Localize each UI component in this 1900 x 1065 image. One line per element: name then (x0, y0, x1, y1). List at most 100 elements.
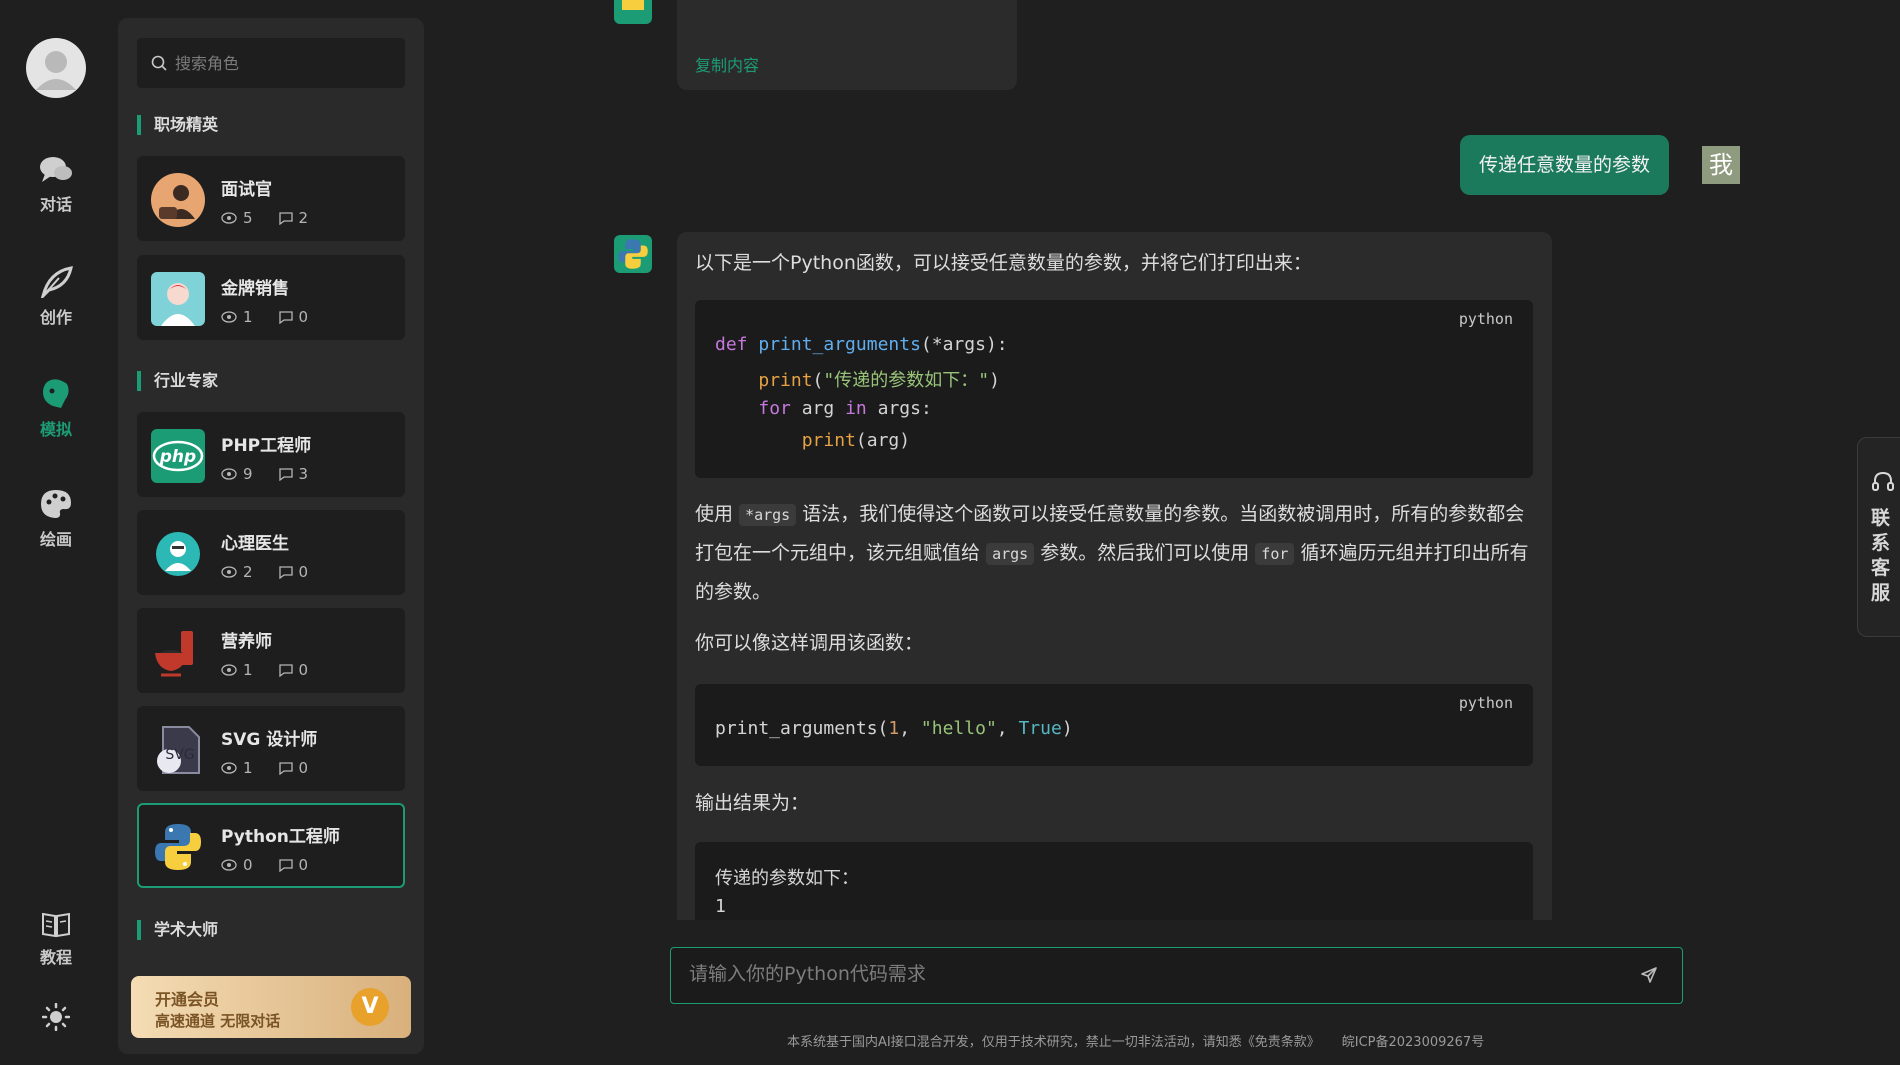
view-count: 1 (243, 759, 253, 777)
answer-intro: 以下是一个Python函数，可以接受任意数量的参数，并将它们打印出来： (695, 252, 1312, 274)
code-line: print("传递的参数如下：") (715, 366, 1000, 392)
message-icon (278, 565, 293, 579)
section-title: 职场精英 (137, 115, 218, 135)
message-input[interactable] (689, 963, 1629, 985)
user-message-avatar: 我 (1702, 146, 1740, 184)
send-icon[interactable] (1640, 966, 1658, 984)
feather-icon (40, 266, 73, 298)
sun-icon (42, 1003, 70, 1031)
text-run: 参数。然后我们可以使用 (1040, 542, 1250, 564)
role-search[interactable] (137, 38, 405, 88)
inline-code: args (986, 543, 1035, 565)
message-icon (278, 663, 293, 677)
footer: 本系统基于国内AI接口混合开发，仅用于技术研究，禁止一切非法活动，请知悉《免责条… (787, 1031, 1484, 1050)
code-line: def print_arguments(*args): (715, 334, 1008, 355)
copy-content-link[interactable]: 复制内容 (695, 52, 759, 76)
role-stats: 1 0 (221, 308, 308, 326)
eye-icon (221, 664, 237, 676)
role-stats: 5 2 (221, 209, 308, 227)
role-stats: 9 3 (221, 465, 308, 483)
headset-icon (1872, 471, 1894, 491)
nav-item-chat[interactable]: 对话 (16, 155, 96, 215)
code-block-call: python print_arguments(1, "hello", True) (695, 684, 1533, 766)
view-count: 1 (243, 661, 253, 679)
eye-icon (221, 468, 237, 480)
python-bot-avatar-icon (614, 0, 652, 24)
message-icon (278, 467, 293, 481)
eye-icon (221, 212, 237, 224)
inline-code: for (1255, 543, 1295, 565)
nav-item-create[interactable]: 创作 (16, 266, 96, 328)
view-count: 1 (243, 308, 253, 326)
role-name: Python工程师 (221, 827, 340, 847)
view-count: 9 (243, 465, 253, 483)
code-token: for (758, 398, 791, 419)
message-count: 0 (298, 856, 309, 874)
message-count: 0 (298, 661, 309, 679)
eye-icon (221, 566, 237, 578)
default-avatar-icon (36, 51, 76, 90)
role-card-interviewer[interactable]: 面试官 5 2 (137, 156, 405, 241)
code-token: def (715, 334, 748, 355)
role-name: 金牌销售 (221, 279, 289, 299)
role-stats: 1 0 (221, 759, 308, 777)
eye-icon (221, 311, 237, 323)
svg-file-icon: SVG (151, 723, 205, 777)
footer-disclaimer[interactable]: 本系统基于国内AI接口混合开发，仅用于技术研究，禁止一切非法活动，请知悉《免责条… (787, 1035, 1320, 1050)
nav-item-tutorial[interactable]: 教程 (16, 910, 96, 968)
chat-bubbles-icon (40, 157, 72, 182)
role-name: 面试官 (221, 180, 272, 200)
code-token: print (801, 430, 856, 451)
role-card-svg-designer[interactable]: SVG SVG 设计师 1 0 (137, 706, 405, 791)
php-logo-icon: php (151, 429, 205, 483)
customer-service-tab[interactable]: 联系客服 (1857, 437, 1900, 637)
message-input-box[interactable] (670, 947, 1683, 1004)
mask-face-icon (43, 379, 69, 408)
vip-badge-icon: V (351, 988, 389, 1026)
nav-item-draw[interactable]: 绘画 (16, 488, 96, 550)
message-count: 3 (298, 465, 309, 483)
code-line: print(arg) (715, 430, 910, 451)
role-card-psychologist[interactable]: 心理医生 2 0 (137, 510, 405, 595)
output-line: 1 (715, 896, 726, 917)
svg-text:SVG: SVG (165, 747, 194, 763)
code-token: True (1018, 718, 1062, 739)
code-token: ) (989, 370, 1000, 391)
book-icon (42, 912, 70, 938)
section-title: 行业专家 (137, 371, 218, 391)
eye-icon (221, 762, 237, 774)
role-search-input[interactable] (175, 53, 395, 73)
customer-service-label: 联系客服 (1871, 507, 1891, 604)
role-stats: 0 0 (221, 856, 308, 874)
code-token: args: (877, 398, 932, 419)
message-count: 2 (298, 209, 309, 227)
python-logo-icon (151, 820, 205, 874)
footer-icp[interactable]: 皖ICP备2023009267号 (1342, 1035, 1484, 1050)
sales-avatar-icon (151, 272, 205, 326)
role-panel: 职场精英 面试官 5 2 (118, 18, 424, 1054)
call-intro: 你可以像这样调用该函数： (695, 632, 924, 654)
theme-toggle[interactable] (16, 1003, 96, 1037)
message-icon (278, 310, 293, 324)
user-avatar[interactable] (26, 38, 86, 98)
code-token: ) (1061, 718, 1073, 739)
role-card-nutritionist[interactable]: 营养师 1 0 (137, 608, 405, 693)
palette-icon (41, 490, 71, 518)
nav-rail: 对话 创作 模拟 绘画 教程 (0, 0, 112, 1065)
nav-item-simulate[interactable]: 模拟 (16, 378, 96, 440)
code-token: print (758, 370, 813, 391)
role-card-python-engineer[interactable]: Python工程师 0 0 (137, 803, 405, 888)
vip-title: 开通会员 (155, 990, 220, 1009)
code-line: print_arguments(1, "hello", True) (715, 718, 1073, 739)
role-card-top-sales[interactable]: 金牌销售 1 0 (137, 255, 405, 340)
message-icon (278, 211, 293, 225)
code-token: print_arguments( (715, 718, 889, 739)
code-token: (*args): (920, 334, 1008, 355)
doctor-avatar-icon (151, 527, 205, 581)
code-block-definition: python def print_arguments(*args): print… (695, 300, 1533, 478)
vip-upgrade-banner[interactable]: 开通会员 高速通道 无限对话 V (131, 976, 411, 1038)
role-stats: 1 0 (221, 661, 308, 679)
role-card-php-engineer[interactable]: php PHP工程师 9 3 (137, 412, 405, 497)
inline-code: *args (739, 504, 797, 526)
role-name: PHP工程师 (221, 436, 312, 456)
